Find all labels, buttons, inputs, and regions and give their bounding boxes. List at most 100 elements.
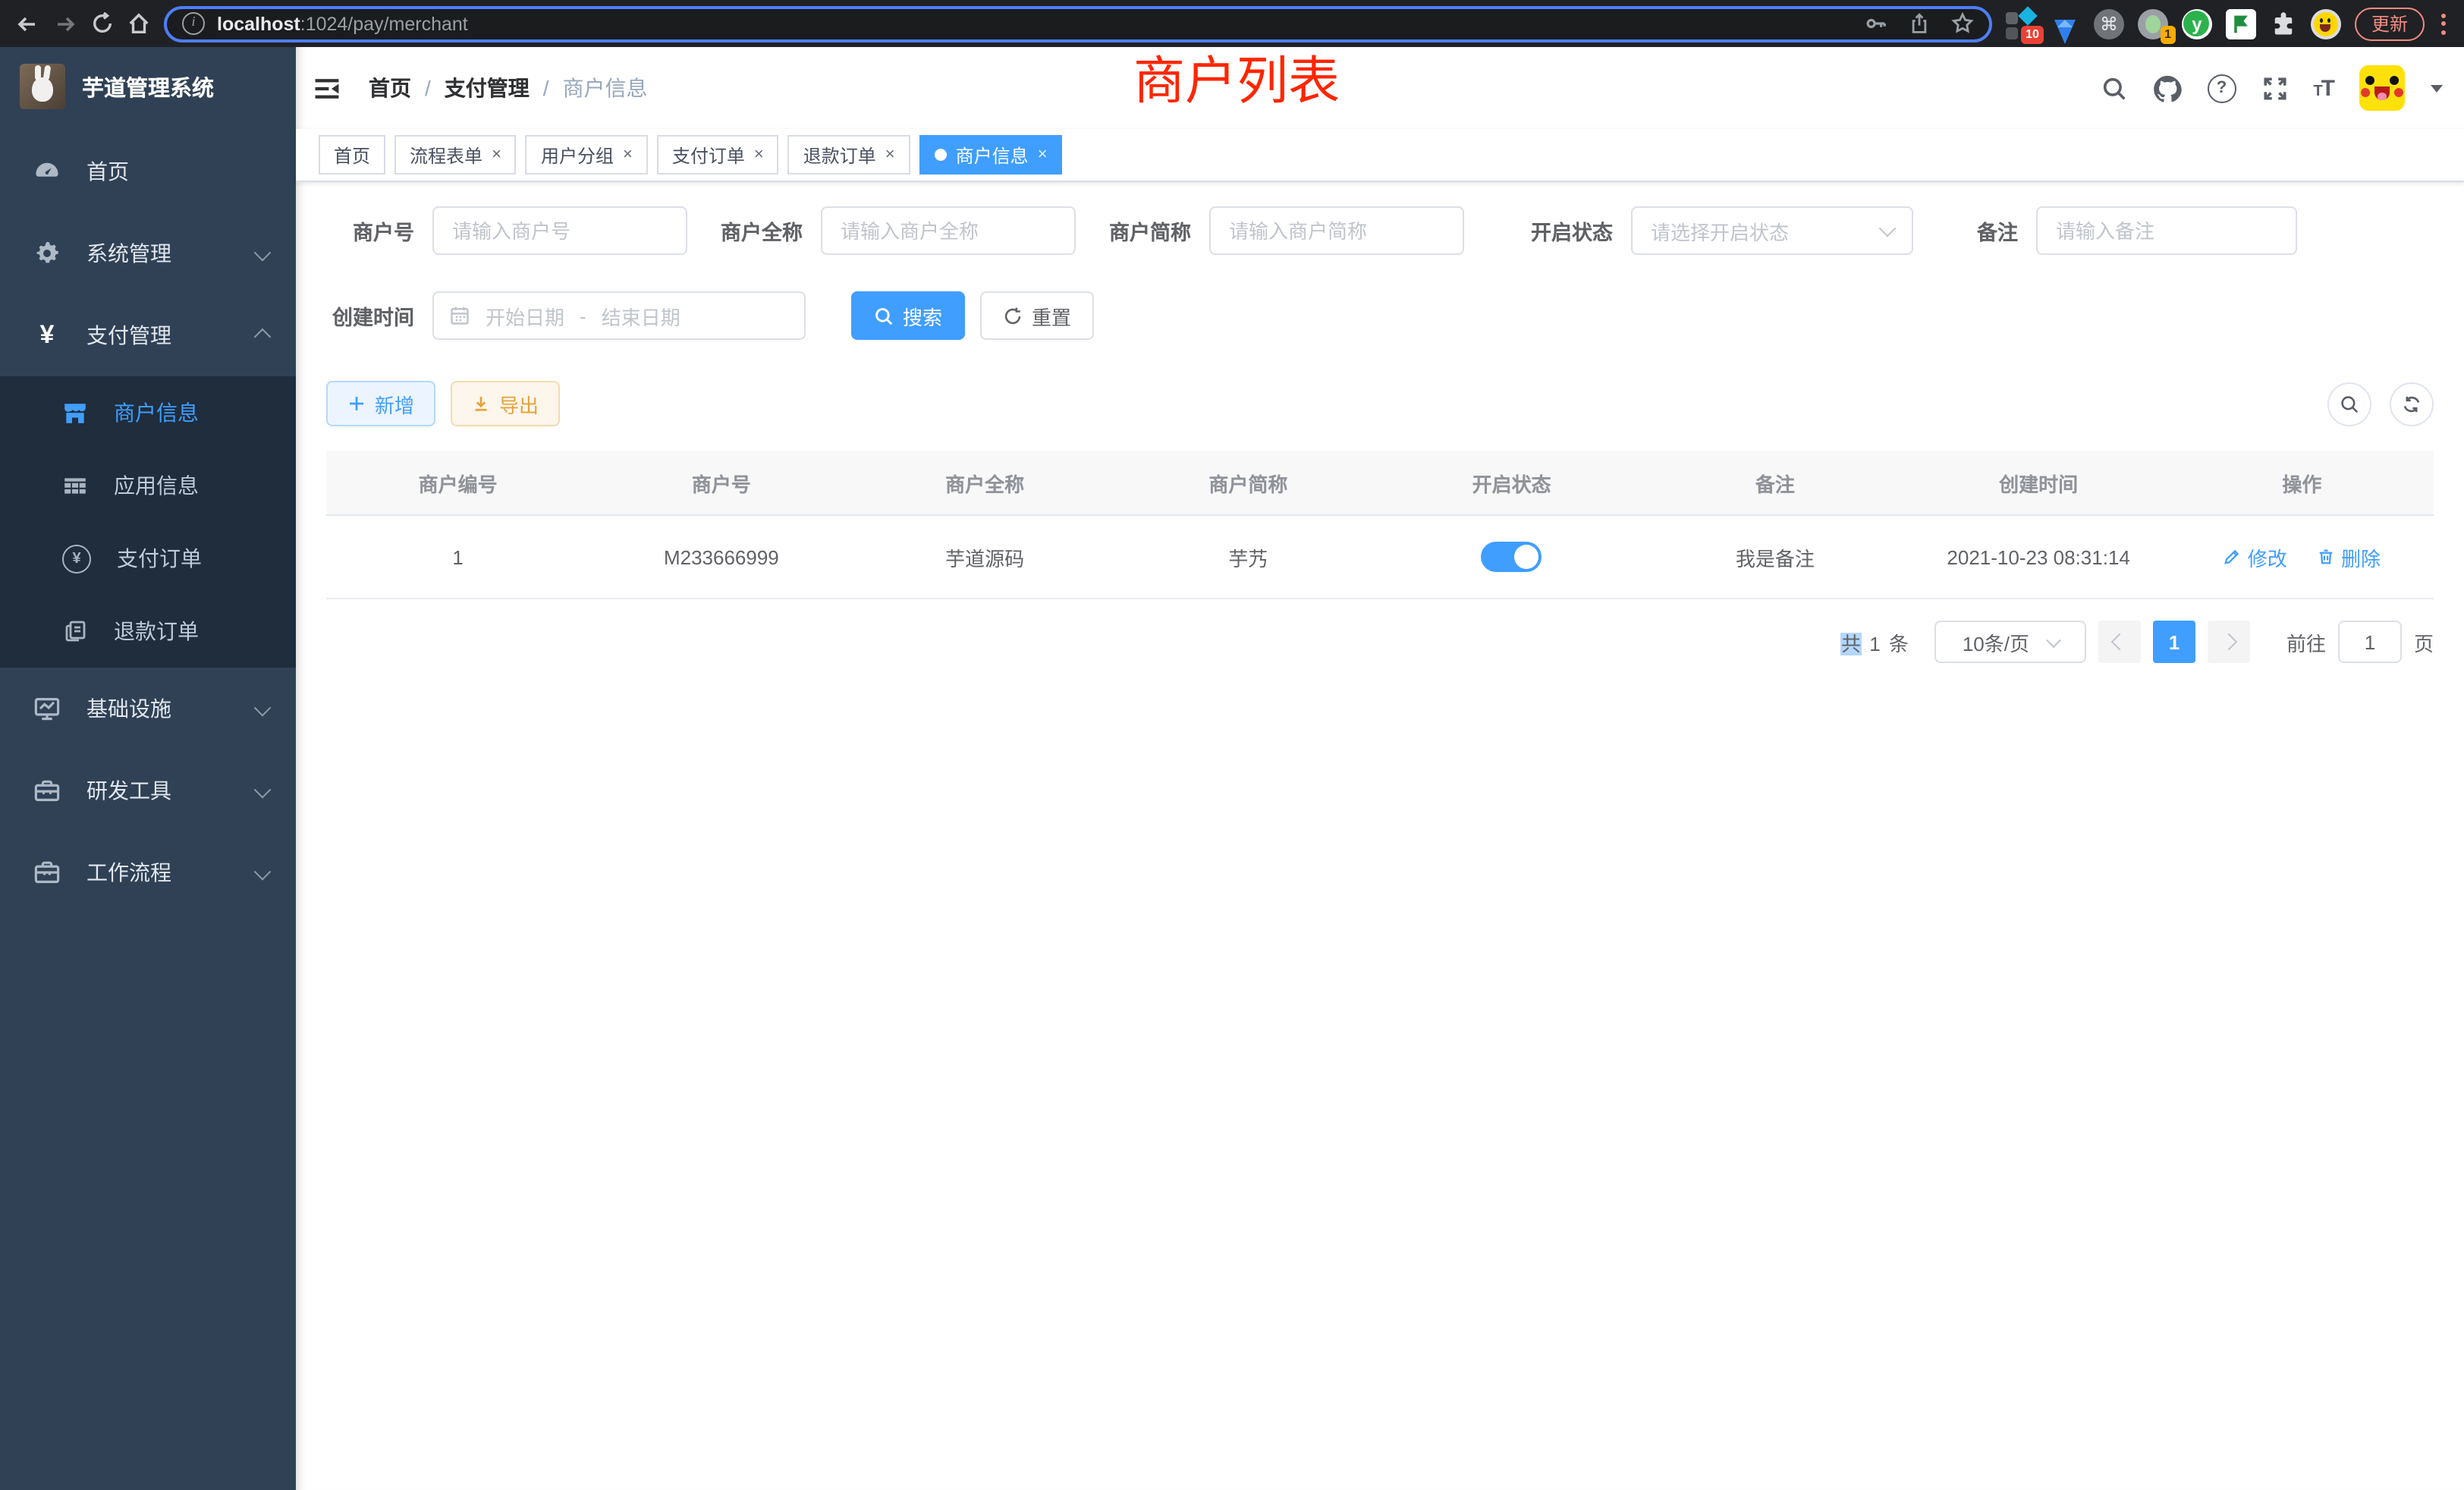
extensions-puzzle-icon[interactable] xyxy=(2270,10,2297,37)
close-icon[interactable]: × xyxy=(623,146,633,164)
back-icon[interactable] xyxy=(15,11,39,36)
extension-command-icon[interactable]: ⌘ xyxy=(2094,8,2124,39)
reset-button[interactable]: 重置 xyxy=(980,291,1094,340)
page-content: 商户号 商户全称 商户简称 开启状态 请选择开启状态 xyxy=(296,182,2464,663)
close-icon[interactable]: × xyxy=(492,146,501,164)
chevron-down-icon xyxy=(2045,632,2060,647)
sidebar-item-workflow[interactable]: 工作流程 xyxy=(0,831,296,913)
tab-pay-order[interactable]: 支付订单× xyxy=(657,135,779,174)
breadcrumb-pay[interactable]: 支付管理 xyxy=(445,73,530,103)
address-bar[interactable]: i localhost:1024/pay/merchant xyxy=(164,5,1992,42)
sidebar-item-pay[interactable]: ¥ 支付管理 xyxy=(0,294,296,376)
chrome-update-button[interactable]: 更新 xyxy=(2355,7,2425,40)
sidebar-item-label: 工作流程 xyxy=(86,857,171,888)
home-icon[interactable] xyxy=(127,12,150,35)
close-icon[interactable]: × xyxy=(1038,146,1048,164)
next-page-button[interactable] xyxy=(2208,621,2250,663)
url-text[interactable]: localhost:1024/pay/merchant xyxy=(217,13,1853,34)
remark-input[interactable] xyxy=(2036,206,2297,255)
bookmark-star-icon[interactable] xyxy=(1951,12,1974,35)
close-icon[interactable]: × xyxy=(885,146,895,164)
toggle-search-button[interactable] xyxy=(2327,382,2371,426)
page-1-button[interactable]: 1 xyxy=(2153,621,2195,663)
filter-label: 商户号 xyxy=(326,215,432,246)
col-create-time: 创建时间 xyxy=(1907,451,2170,515)
forward-icon[interactable] xyxy=(53,11,77,36)
merchant-table: 商户编号 商户号 商户全称 商户简称 开启状态 备注 创建时间 操作 1 xyxy=(326,451,2434,599)
chevron-down-icon xyxy=(256,860,269,885)
extension-y-icon[interactable]: y xyxy=(2182,8,2212,39)
sidebar-item-merchant-info[interactable]: 商户信息 xyxy=(0,376,296,449)
breadcrumb: 首页 / 支付管理 / 商户信息 xyxy=(369,73,648,103)
merchant-no-input[interactable] xyxy=(432,206,687,255)
short-name-input[interactable] xyxy=(1209,206,1464,255)
font-size-icon[interactable]: TT xyxy=(2313,75,2334,101)
page-suffix-label: 页 xyxy=(2414,627,2434,656)
app-logo[interactable]: 芋道管理系统 xyxy=(0,47,296,126)
sidebar-item-infra[interactable]: 基础设施 xyxy=(0,668,296,750)
gear-icon xyxy=(33,240,61,267)
pagination: 共 1 条 10条/页 1 前往 页 xyxy=(326,621,2434,663)
edit-link[interactable]: 修改 xyxy=(2224,542,2287,571)
header-search-icon[interactable] xyxy=(2101,75,2126,101)
breadcrumb-separator: / xyxy=(543,76,549,100)
breadcrumb-current: 商户信息 xyxy=(563,73,648,103)
full-name-input[interactable] xyxy=(821,206,1076,255)
extension-blocks-icon[interactable]: 10 xyxy=(2006,8,2036,39)
chevron-up-icon xyxy=(256,323,269,347)
cell-full-name: 芋道源码 xyxy=(853,515,1117,599)
sidebar-item-label: 应用信息 xyxy=(114,470,199,501)
browser-avatar-emoji[interactable] xyxy=(2311,8,2341,39)
sidebar-item-devtools[interactable]: 研发工具 xyxy=(0,750,296,831)
search-button[interactable]: 搜索 xyxy=(851,291,965,340)
password-key-icon[interactable] xyxy=(1865,12,1887,35)
topbar: 首页 / 支付管理 / 商户信息 ? TT xyxy=(296,47,2464,129)
page-size-select[interactable]: 10条/页 xyxy=(1934,621,2086,663)
extension-flag-icon[interactable] xyxy=(2226,8,2256,39)
tab-merchant-info[interactable]: 商户信息× xyxy=(919,135,1063,174)
yen-icon: ¥ xyxy=(33,320,61,350)
browser-menu-icon[interactable] xyxy=(2438,13,2449,34)
sidebar-item-label: 基础设施 xyxy=(86,693,171,724)
filter-merchant-no: 商户号 xyxy=(326,206,687,255)
chevron-right-icon xyxy=(2220,633,2238,651)
fullscreen-icon[interactable] xyxy=(2261,75,2287,101)
status-toggle[interactable] xyxy=(1482,542,1542,572)
user-avatar[interactable] xyxy=(2359,65,2405,111)
add-button[interactable]: 新增 xyxy=(326,381,435,426)
extension-profile-icon[interactable]: 1 xyxy=(2138,8,2168,39)
filter-label: 商户全称 xyxy=(721,215,821,246)
cell-status xyxy=(1380,515,1643,599)
sidebar-item-refund-order[interactable]: 退款订单 xyxy=(0,595,296,668)
github-icon[interactable] xyxy=(2152,74,2181,102)
filter-label: 商户简称 xyxy=(1109,215,1209,246)
sidebar-item-pay-order[interactable]: ¥ 支付订单 xyxy=(0,522,296,595)
trash-icon xyxy=(2317,548,2335,566)
sidebar-item-app-info[interactable]: 应用信息 xyxy=(0,449,296,522)
filter-create-time: 创建时间 开始日期 - 结束日期 xyxy=(326,291,806,340)
reload-icon[interactable] xyxy=(91,12,114,35)
tab-user-group[interactable]: 用户分组× xyxy=(526,135,648,174)
sidebar-item-home[interactable]: 首页 xyxy=(0,130,296,212)
help-icon[interactable]: ? xyxy=(2207,74,2236,102)
tab-refund-order[interactable]: 退款订单× xyxy=(788,135,910,174)
avatar-caret-icon[interactable] xyxy=(2431,84,2443,92)
delete-link[interactable]: 删除 xyxy=(2317,542,2381,571)
store-icon xyxy=(62,400,88,426)
tab-home[interactable]: 首页 xyxy=(319,135,385,174)
goto-page-input[interactable] xyxy=(2338,621,2402,663)
site-info-icon[interactable]: i xyxy=(182,12,205,35)
export-button[interactable]: 导出 xyxy=(451,381,560,426)
sidebar-collapse-icon[interactable] xyxy=(313,74,341,102)
tab-process-form[interactable]: 流程表单× xyxy=(394,135,517,174)
status-select[interactable]: 请选择开启状态 xyxy=(1631,206,1913,255)
breadcrumb-home[interactable]: 首页 xyxy=(369,73,411,103)
sidebar-item-system[interactable]: 系统管理 xyxy=(0,212,296,294)
create-time-range-picker[interactable]: 开始日期 - 结束日期 xyxy=(432,291,806,340)
share-icon[interactable] xyxy=(1909,12,1930,35)
cell-create-time: 2021-10-23 08:31:14 xyxy=(1907,515,2170,599)
refresh-table-button[interactable] xyxy=(2390,382,2434,426)
prev-page-button[interactable] xyxy=(2098,621,2141,663)
extension-gem-icon[interactable] xyxy=(2050,8,2080,39)
close-icon[interactable]: × xyxy=(754,146,764,164)
